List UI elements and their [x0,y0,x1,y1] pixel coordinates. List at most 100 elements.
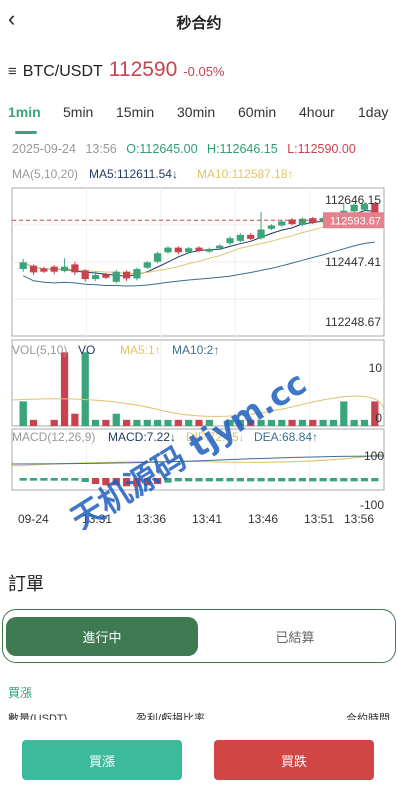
ticker-row: ≡ BTC/USDT 112590 -0.05% [8,58,225,86]
volume-bar [185,419,193,426]
buy-up-button[interactable]: 買漲 [22,740,182,780]
ma10-indicator: MA10:112587.18↑ [197,167,294,181]
macd-bar [298,478,307,482]
tab-15min[interactable]: 15min [116,104,154,120]
macd-bar [226,478,234,482]
interval-tabs: 1min 5min 15min 30min 60min 4hour 1day [0,104,398,136]
time-axis-label: 13:51 [304,512,334,526]
price-label-mid: 112447.41 [325,255,381,269]
volume-bar [298,419,307,426]
hamburger-menu-icon[interactable]: ≡ [8,63,17,80]
macd-ylabel-bottom: -100 [360,498,384,512]
candle-body [40,268,48,272]
macd-bar [371,478,379,482]
macd-bar [319,478,327,482]
time-axis-label: 13:46 [248,512,278,526]
volume-bar [288,419,296,426]
trading-pair[interactable]: BTC/USDT [23,63,103,81]
ohlc-time: 13:56 [85,142,117,156]
vol-ma10-indicator: MA10:2↑ [172,343,219,357]
col-time: 合約時間 [346,713,390,720]
candle-body [81,270,89,280]
macd-bar [60,478,69,481]
candle-body [102,274,110,278]
tab-5min[interactable]: 5min [63,104,93,120]
candle-body [247,234,255,239]
volume-bar [278,419,286,426]
bottom-action-bar: 買漲 買跌 [0,720,398,802]
macd-bar [350,478,358,482]
candle-body [257,229,265,239]
macd-bar [195,478,203,482]
ohlc-open: O:112645.00 [126,142,198,156]
watermark-text: 天机源码 tjym.cc [64,364,313,530]
macd-bar [257,478,265,482]
volume-bar [91,419,100,426]
macd-title: MACD(12,26,9) [12,430,95,444]
candle-body [267,225,276,229]
ohlc-low: L:112590.00 [287,142,356,156]
macd-bar [91,478,100,484]
candle-body [91,275,100,280]
macd-bar [71,478,79,481]
volume-bar [143,419,151,426]
macd-ylabel-top: 100 [364,449,384,463]
tab-4hour[interactable]: 4hour [299,104,335,120]
kline-chart-svg: 112593.67 112646.15 112447.41 112248.67 MA(5… [11,167,385,530]
candle-body [174,247,182,253]
current-price-label: 112593.67 [330,215,381,227]
time-axis-label: 13:41 [192,512,222,526]
macd-bar [267,478,276,482]
tab-1day[interactable]: 1day [358,104,388,120]
volume-bar [309,419,317,426]
volume-bar [319,419,327,426]
vol-ma5-indicator: MA5:1↑ [120,343,161,357]
buy-down-button[interactable]: 買跌 [214,740,374,780]
price-label-high: 112646.15 [325,193,381,207]
candle-body [205,248,213,252]
ohlc-high: H:112646.15 [207,142,278,156]
macd-bar [19,478,27,481]
tab-30min[interactable]: 30min [177,104,215,120]
candle-body [122,271,131,279]
candle-body [154,253,162,262]
volume-bar [133,419,141,426]
volume-bar [19,401,27,426]
dea-indicator: DEA:68.84↑ [254,430,318,444]
ohlc-date: 2025-09-24 [12,142,76,156]
volume-bar [174,419,182,426]
macd-bar [309,478,317,482]
candle-body [143,262,151,268]
candle-body [226,238,234,244]
vol-ylabel-top: 10 [369,361,383,375]
last-price: 112590 [108,58,178,81]
candle-body [50,266,58,272]
macd-bar [329,478,338,482]
macd-bar [360,478,369,482]
macd-bar [236,478,244,482]
candle-body [298,218,307,225]
volume-bar [50,419,58,426]
tab-in-progress[interactable]: 進行中 [6,617,198,656]
page-title: 秒合约 [176,15,222,32]
macd-bar [185,478,193,482]
tab-settled[interactable]: 已結算 [200,617,390,656]
candle-body [112,271,120,282]
ma5-indicator: MA5:112611.54↓ [89,167,178,181]
time-axis-label: 13:56 [344,512,374,526]
vol-ylabel-zero: 0 [375,411,382,425]
top-bar: ‹ 秒合约 [0,0,398,44]
kline-chart[interactable]: 112593.67 112646.15 112447.41 112248.67 MA(5… [0,160,398,530]
volume-bar [29,419,38,426]
vol-title: VOL(5,10) [12,343,67,357]
tab-60min[interactable]: 60min [238,104,276,120]
ohlc-info: 2025-09-24 13:56 O:112645.00 H:112646.15… [12,142,362,156]
macd-bar [216,478,224,482]
time-axis-label: 09-24 [18,512,49,526]
active-tab-indicator [15,131,37,134]
volume-bar [340,401,348,426]
macd-bar [50,478,58,481]
volume-bar [350,419,358,426]
tab-1min[interactable]: 1min [8,104,41,120]
candle-body [71,264,79,273]
